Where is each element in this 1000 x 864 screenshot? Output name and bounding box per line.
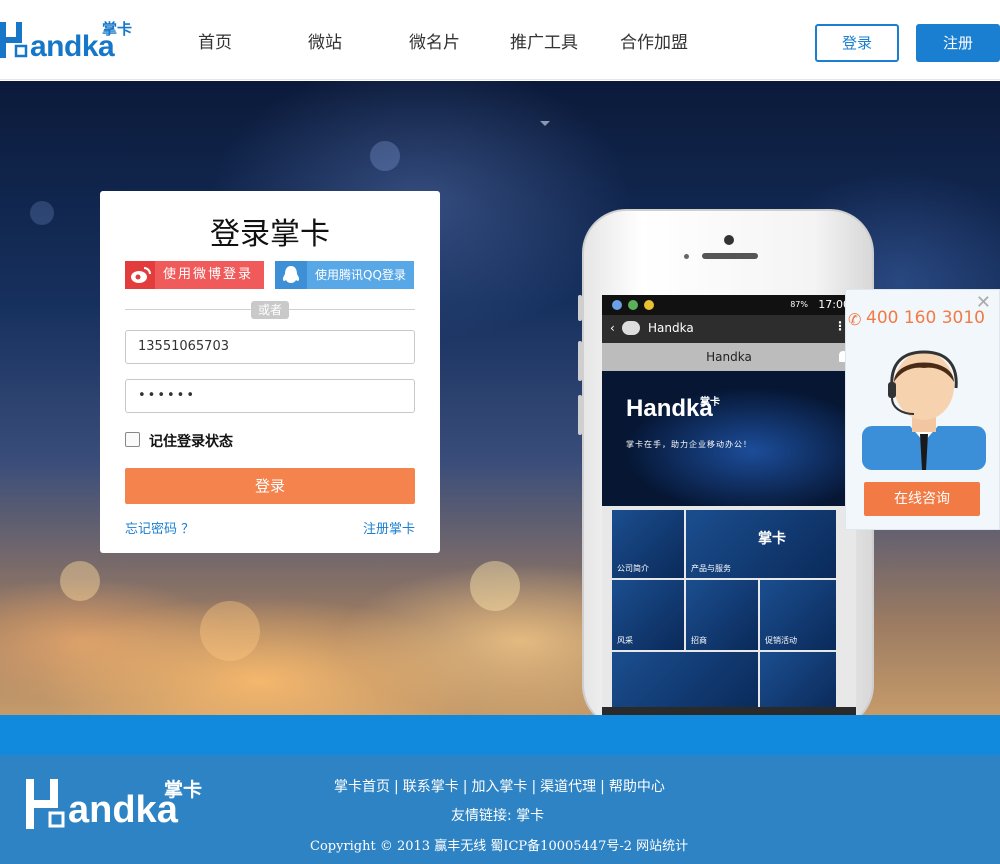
footer-links: 掌卡首页 | 联系掌卡 | 加入掌卡 | 渠道代理 | 帮助中心: [334, 776, 665, 796]
app-notification-icon: [612, 300, 622, 310]
qq-login-button[interactable]: 使用腾讯QQ登录: [275, 261, 414, 289]
or-label: 或者: [251, 301, 289, 319]
blue-band: [0, 715, 1000, 755]
remember-label: 记住登录状态: [149, 434, 233, 450]
footer-link-home[interactable]: 掌卡首页: [334, 779, 390, 795]
banner-slogan: 掌卡在手，助力企业移动办公！: [626, 440, 752, 449]
phone-screen: 87% 17:00 ‹ Handka ⋮ Handka Handka 掌卡 掌卡…: [602, 295, 856, 715]
tile-gallery: 风采: [612, 580, 684, 650]
login-title: 登录掌卡: [210, 217, 330, 252]
support-agent-icon: [862, 350, 986, 470]
app-notification-icon: [628, 300, 638, 310]
bokeh-light: [370, 141, 400, 171]
tile-logo: 掌卡: [758, 531, 786, 547]
online-consult-button[interactable]: 在线咨询: [864, 482, 980, 516]
phone-sub-title-text: Handka: [706, 350, 752, 364]
header-register-button[interactable]: 注册: [916, 24, 1000, 62]
app-notification-icon: [644, 300, 654, 310]
forgot-password-link[interactable]: 忘记密码 ？: [125, 518, 194, 537]
qq-login-label: 使用腾讯QQ登录: [315, 268, 406, 282]
link-separator: |: [394, 779, 399, 795]
wechat-title-bar: ‹ Handka ⋮: [602, 315, 856, 343]
footer-link-help[interactable]: 帮助中心: [609, 779, 665, 795]
footer-link-join[interactable]: 加入掌卡: [471, 779, 527, 795]
phone-tile-grid: 公司简介 掌卡 产品与服务 风采 招商 促销活动: [602, 506, 856, 715]
nav-item-promo-tools[interactable]: 推广工具: [510, 28, 578, 53]
weibo-login-button[interactable]: 使用微博登录: [125, 261, 264, 289]
tile-promotion: 促销活动: [760, 580, 836, 650]
link-separator: |: [462, 779, 468, 795]
header-login-button[interactable]: 登录: [815, 24, 899, 62]
phone-side-button: [578, 295, 582, 321]
tile-extra: [612, 652, 758, 712]
footer-link-channel[interactable]: 渠道代理: [540, 779, 596, 795]
phone-bottom-bar: [602, 707, 856, 715]
top-header: andka 掌卡 首页 微站 微名片 推广工具 合作加盟 登录 注册: [0, 0, 1000, 80]
hotline-number: 400 160 3010: [866, 308, 985, 328]
password-input[interactable]: ••••••: [125, 379, 415, 413]
logo-h-mark-icon: [26, 779, 65, 829]
copyright: Copyright © 2013 赢丰无线 蜀ICP备10005447号-2 网…: [310, 839, 689, 854]
qq-icon: [275, 261, 307, 289]
logo-cn: 掌卡: [102, 20, 133, 38]
login-card: 登录掌卡 使用微博登录 使用腾讯QQ登录 或者 13551065703 ••••…: [100, 191, 440, 553]
phone-speaker: [702, 253, 758, 259]
login-submit-button[interactable]: 登录: [125, 468, 415, 504]
tile-business: 招商: [686, 580, 758, 650]
wechat-title: Handka: [648, 321, 694, 335]
logo-h-mark-icon: [0, 22, 28, 58]
friend-links[interactable]: 友情链接: 掌卡: [451, 805, 544, 825]
online-consult-widget: ✕ ✆ 400 160 3010 在线咨询: [845, 289, 1000, 530]
link-separator: |: [531, 779, 537, 795]
phone-side-button: [578, 341, 582, 381]
phone-side-button: [578, 395, 582, 435]
back-icon: ‹: [610, 321, 615, 335]
banner-logo-cn: 掌卡: [700, 397, 720, 408]
link-separator: |: [600, 779, 605, 795]
footer-logo-cn: 掌卡: [164, 779, 203, 801]
footer-link-contact[interactable]: 联系掌卡: [403, 779, 459, 795]
wechat-icon: [622, 321, 640, 335]
nav-item-home[interactable]: 首页: [198, 28, 232, 53]
tile-about: 公司简介: [612, 510, 684, 578]
phone-sub-title: Handka: [602, 343, 856, 371]
logo[interactable]: andka 掌卡: [0, 14, 140, 63]
register-link[interactable]: 注册掌卡: [363, 518, 415, 537]
phone-status-bar: 87% 17:00: [602, 295, 856, 315]
tile-products: 掌卡 产品与服务: [686, 510, 836, 578]
weibo-login-label: 使用微博登录: [163, 267, 254, 282]
phone-banner: Handka 掌卡 掌卡在手，助力企业移动办公！: [602, 371, 856, 506]
phone-icon: ✆: [848, 310, 862, 329]
nav-item-micro-card[interactable]: 微名片: [409, 28, 460, 53]
battery-percent: 87%: [790, 300, 808, 309]
site-footer: andka 掌卡 掌卡首页 | 联系掌卡 | 加入掌卡 | 渠道代理 | 帮助中心 友情链接: …: [0, 755, 1000, 864]
username-input[interactable]: 13551065703: [125, 330, 415, 364]
bokeh-light: [470, 561, 520, 611]
footer-logo-word: andka: [68, 789, 178, 831]
nav-item-partnership[interactable]: 合作加盟: [620, 28, 688, 53]
bokeh-light: [60, 561, 100, 601]
weibo-icon: [125, 261, 155, 289]
phone-camera: [724, 235, 734, 245]
footer-logo[interactable]: andka 掌卡: [26, 775, 216, 835]
phone-sensor: [684, 254, 689, 259]
tile-extra: [760, 652, 836, 712]
nav-item-microsite[interactable]: 微站: [308, 28, 342, 53]
caret-down-icon: [540, 121, 550, 126]
bokeh-light: [30, 201, 54, 225]
remember-checkbox[interactable]: [125, 432, 140, 447]
bokeh-light: [200, 601, 260, 661]
phone-mockup: 87% 17:00 ‹ Handka ⋮ Handka Handka 掌卡 掌卡…: [578, 209, 874, 715]
